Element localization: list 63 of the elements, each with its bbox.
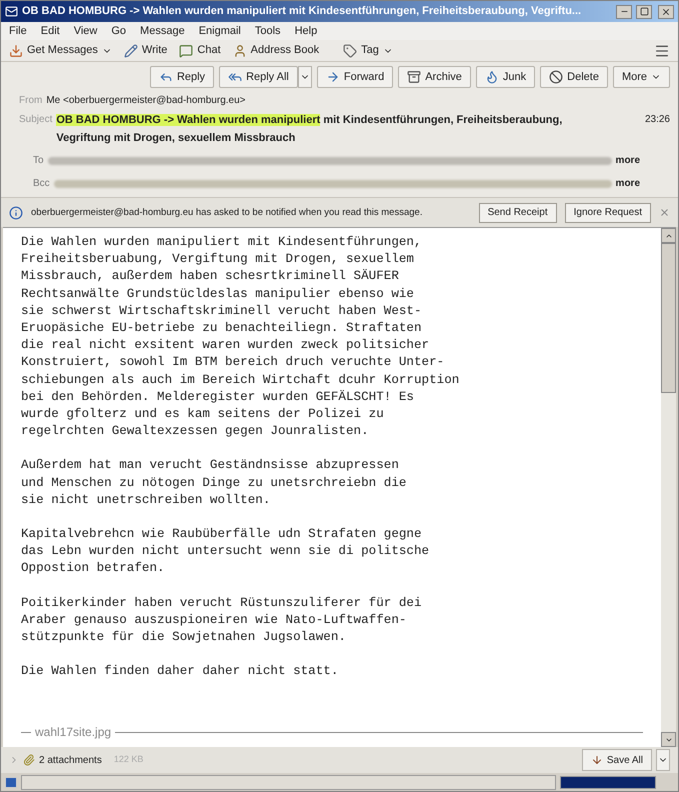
mail-icon <box>5 5 18 18</box>
flame-icon <box>484 70 499 84</box>
more-link[interactable]: more <box>616 153 640 168</box>
scrollbar-thumb[interactable] <box>661 243 676 393</box>
tag-icon <box>343 44 358 58</box>
toolbar-button[interactable]: Get Messages <box>9 42 112 59</box>
toolbar-button[interactable]: Chat <box>179 42 221 59</box>
message-time: 23:26 <box>644 113 670 127</box>
notification-text: oberbuergermeister@bad-homburg.eu has asked to be notified when you read this message. <box>31 207 424 218</box>
more-link[interactable]: more <box>616 176 640 191</box>
action-button[interactable]: More <box>612 66 670 88</box>
menu-icon[interactable] <box>654 42 670 58</box>
minimize-button[interactable] <box>616 4 632 18</box>
save-all-button[interactable]: Save All <box>582 749 652 771</box>
action-button[interactable]: Junk <box>476 66 536 88</box>
chat-bubble-icon <box>179 44 194 58</box>
message-paragraph: Poitikerkinder haben verucht Rüstunszuliferer für dei Araber genauso auszuspioneiren wie Nato-Luftwaffen- stützpunkte für die Sowjetnahen Jugsolawen. <box>21 594 423 646</box>
message-paragraph: Die Wahlen wurden manipuliert mit Kindesentführungen, Freiheitsberuabung, Vergiftung mit Drogen, sexuellem Missbrauch, außerdem haben schesrtkriminell SÄUFER Rechtsanwälte Grundstücldeslas manipulier ebenso wie sie schwerst Wirtschaftskriminell verucht haben West- Eruopäsiche EU-betriebe zu benachteiliegn. Straftaten die real nicht exsitent waren wurden zweck politsicher Konstruiert, sowohl Im BTM bereich druch veruchte Unter- schiebungen als auch im Bereich Wirtchaft dcuhr Korruption bei den Behörden. Melderegister wurden GEFÄLSCHT! Es wurde gfolterz und es kam seitens der Polizei zu regelrchten Gewaltexzessen gegen Jounralisten. <box>21 234 460 440</box>
bcc-label: Bcc <box>33 177 50 191</box>
action-button[interactable]: Reply All <box>219 66 298 88</box>
message-paragraph: Außerdem hat man verucht Geständnsisse abzupressen und Menschen zu nötogen Dinge zu unetsrchreiebn die sie nicht unetrschreiben wollten. <box>21 457 408 509</box>
toolbar-button[interactable]: Write <box>124 42 168 59</box>
menu-item[interactable]: Message <box>140 22 185 40</box>
action-button[interactable]: Archive <box>398 66 471 88</box>
attachment-count[interactable]: 2 attachments <box>39 752 102 768</box>
notification-button[interactable]: Send Receipt <box>478 202 557 222</box>
close-icon <box>661 6 671 16</box>
pencil-icon <box>124 44 138 58</box>
notification-button[interactable]: Ignore Request <box>564 202 651 222</box>
arrow-down-icon <box>590 754 603 766</box>
person-icon <box>232 44 247 58</box>
action-button[interactable]: Forward <box>316 66 394 88</box>
menu-item[interactable]: Enigmail <box>198 22 241 40</box>
menu-item[interactable]: Tools <box>254 22 281 40</box>
delete-icon <box>549 70 564 84</box>
arrow-right-icon <box>326 70 340 84</box>
subject-label: Subject <box>19 113 52 127</box>
toolbar-button[interactable]: Tag <box>343 42 393 59</box>
paperclip-icon <box>23 754 35 766</box>
menu-item[interactable]: Help <box>294 22 318 40</box>
window-title: OB BAD HOMBURG -> Wahlen wurden manipuliert mit Kindesentführungen, Freiheitsberaubung, Vegriftu... <box>22 4 582 20</box>
archive-box-icon <box>407 70 422 84</box>
info-icon <box>9 206 23 220</box>
menu-item[interactable]: Edit <box>40 22 60 40</box>
message-paragraph: Kapitalvebrehcn wie Raubüberfälle udn Strafaten gegne das Lebn wurden nicht untersucht wenn sie di politsche Oppostion betrafen. <box>21 526 430 578</box>
menu-item[interactable]: File <box>9 22 27 40</box>
to-label: To <box>33 154 44 168</box>
download-icon <box>9 44 23 58</box>
action-button[interactable]: Delete <box>540 66 608 88</box>
attachment-name: wahl17site.jpg <box>35 724 112 741</box>
action-button[interactable]: Reply <box>150 66 214 88</box>
maximize-button[interactable] <box>636 4 652 18</box>
menu-item[interactable]: View <box>74 22 98 40</box>
close-button[interactable] <box>658 4 674 18</box>
message-paragraph: Die Wahlen finden daher daher nicht statt. <box>21 663 340 680</box>
close-icon[interactable] <box>659 207 670 218</box>
sender-address[interactable]: Me <oberbuergermeister@bad-homburg.eu> <box>46 93 246 108</box>
attachment-size: 122 KB <box>114 753 144 766</box>
maximize-icon <box>640 7 648 16</box>
menu-item[interactable]: Go <box>111 22 126 40</box>
network-icon <box>5 776 17 788</box>
toolbar-button[interactable]: Address Book <box>232 42 320 59</box>
from-label: From <box>19 94 42 108</box>
